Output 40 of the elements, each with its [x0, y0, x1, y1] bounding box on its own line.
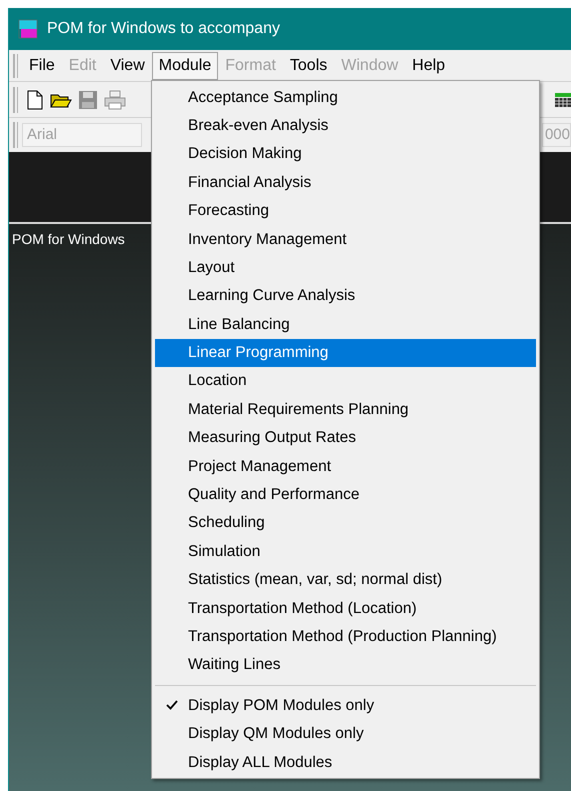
menu-item[interactable]: Module	[152, 52, 218, 80]
menu-option[interactable]: Statistics (mean, var, sd; normal dist)	[155, 566, 536, 594]
option-label: Display POM Modules only	[188, 696, 374, 716]
menu-option[interactable]: Financial Analysis	[155, 168, 536, 197]
menu-option[interactable]: Quality and Performance	[155, 480, 536, 509]
menu-option[interactable]: Decision Making	[155, 140, 536, 168]
window-title: POM for Windows to accompany	[47, 19, 280, 39]
option-label: Display QM Modules only	[188, 724, 364, 744]
menu-option[interactable]: Simulation	[155, 537, 536, 566]
app-logo-icon	[17, 18, 39, 40]
menu-item[interactable]: Help	[405, 52, 452, 80]
menu-option[interactable]: Learning Curve Analysis	[155, 282, 536, 310]
menu-option[interactable]: Project Management	[155, 452, 536, 480]
menu-option[interactable]: Linear Programming	[155, 338, 536, 367]
menu-item[interactable]: Tools	[282, 52, 334, 80]
option-label: Display ALL Modules	[188, 752, 332, 773]
grid-icon[interactable]	[555, 90, 571, 108]
menu-item[interactable]: File	[22, 52, 62, 80]
menu-option[interactable]: Measuring Output Rates	[155, 424, 536, 452]
menu-option[interactable]: Transportation Method (Production Planning)	[155, 622, 536, 651]
toolbar-grip-handle[interactable]	[13, 54, 18, 78]
menu-option[interactable]: Display QM Modules only	[155, 720, 536, 748]
menu-option[interactable]: Break-even Analysis	[155, 111, 536, 140]
menu-option[interactable]: Material Requirements Planning	[155, 395, 536, 424]
menu-option[interactable]: Display POM Modules only	[155, 691, 536, 720]
menu-option[interactable]: Inventory Management	[155, 224, 536, 254]
menu-item[interactable]: View	[103, 52, 152, 80]
menu-option[interactable]: Acceptance Sampling	[155, 83, 536, 112]
new-document-icon[interactable]	[26, 90, 44, 110]
menu-option[interactable]: Transportation Method (Location)	[155, 594, 536, 622]
menu-option[interactable]: Display ALL Modules	[155, 748, 536, 776]
menu-option[interactable]: Location	[155, 366, 536, 396]
menu-option[interactable]: Waiting Lines	[155, 650, 536, 680]
toolbar-grip-handle[interactable]	[13, 86, 18, 112]
menu-option[interactable]: Layout	[155, 253, 536, 282]
workspace-caption: POM for Windows	[12, 231, 125, 247]
menu-option[interactable]: Scheduling	[155, 508, 536, 538]
toolbar-grip-handle[interactable]	[13, 122, 18, 148]
menu-option[interactable]: Forecasting	[155, 196, 536, 225]
menu-option[interactable]: Line Balancing	[155, 310, 536, 339]
